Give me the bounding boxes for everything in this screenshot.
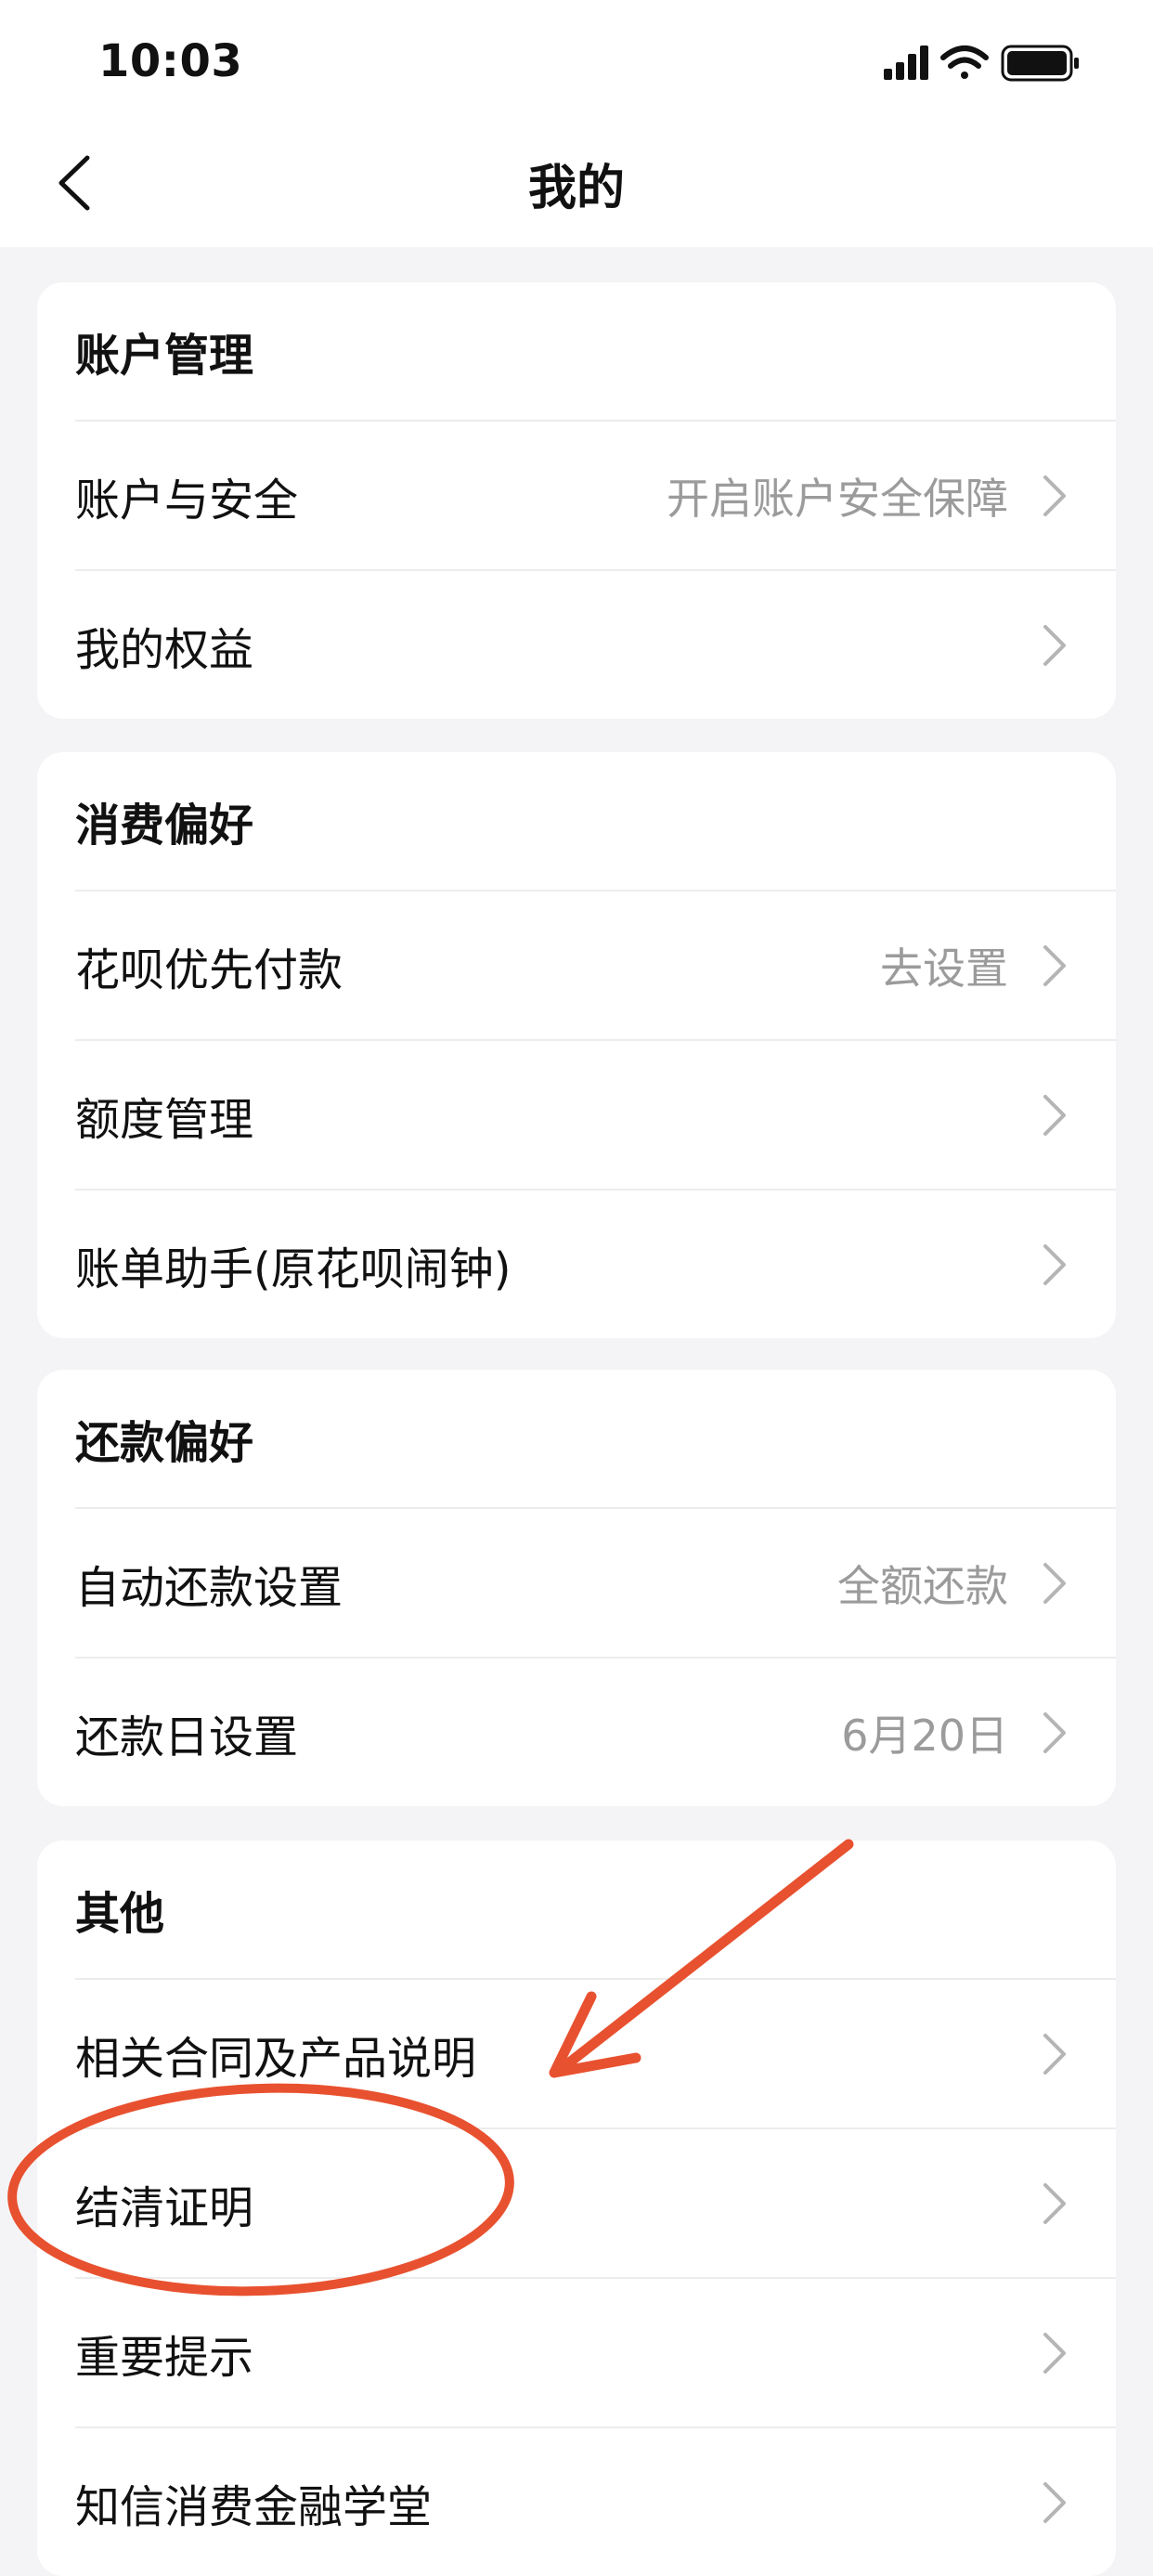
chevron-right-icon bbox=[1043, 1712, 1066, 1753]
chevron-right-icon bbox=[1043, 1095, 1066, 1136]
section-account-management: 账户管理 账户与安全 开启账户安全保障 我的权益 bbox=[37, 282, 1116, 719]
battery-icon bbox=[1001, 45, 1079, 82]
row-account-security[interactable]: 账户与安全 开启账户安全保障 bbox=[75, 420, 1116, 569]
row-credit-limit-management[interactable]: 额度管理 bbox=[75, 1039, 1116, 1189]
row-label: 相关合同及产品说明 bbox=[75, 2032, 477, 2085]
row-label: 重要提示 bbox=[75, 2331, 254, 2384]
chevron-right-icon bbox=[1043, 2333, 1066, 2374]
row-label: 花呗优先付款 bbox=[75, 943, 343, 996]
row-label: 还款日设置 bbox=[75, 1711, 299, 1763]
row-label: 结清证明 bbox=[75, 2181, 254, 2234]
status-time: 10:03 bbox=[98, 35, 243, 87]
chevron-right-icon bbox=[1043, 475, 1066, 516]
row-important-notice[interactable]: 重要提示 bbox=[75, 2277, 1116, 2426]
chevron-right-icon bbox=[1043, 2183, 1066, 2224]
section-other: 其他 相关合同及产品说明 结清证明 重要提示 知信消费金融学堂 bbox=[37, 1841, 1116, 2576]
row-value: 全额还款 bbox=[837, 1560, 1008, 1611]
row-repayment-date-settings[interactable]: 还款日设置 6月20日 bbox=[75, 1657, 1116, 1806]
row-huabei-priority-payment[interactable]: 花呗优先付款 去设置 bbox=[75, 890, 1116, 1039]
chevron-right-icon bbox=[1043, 2034, 1066, 2075]
row-auto-repayment-settings[interactable]: 自动还款设置 全额还款 bbox=[75, 1507, 1116, 1657]
row-settlement-certificate[interactable]: 结清证明 bbox=[75, 2127, 1116, 2277]
wifi-icon bbox=[940, 46, 989, 79]
row-finance-academy[interactable]: 知信消费金融学堂 bbox=[75, 2426, 1116, 2576]
section-title: 账户管理 bbox=[75, 330, 254, 382]
row-label: 知信消费金融学堂 bbox=[75, 2480, 433, 2533]
row-bill-assistant[interactable]: 账单助手(原花呗闹钟) bbox=[75, 1189, 1116, 1338]
row-contracts-and-product-info[interactable]: 相关合同及产品说明 bbox=[75, 1978, 1116, 2127]
section-consumption-preference: 消费偏好 花呗优先付款 去设置 额度管理 账单助手(原花呗闹钟) bbox=[37, 752, 1116, 1338]
top-bar: 10:03 我的 bbox=[0, 0, 1153, 247]
row-value: 6月20日 bbox=[841, 1710, 1008, 1761]
row-my-benefits[interactable]: 我的权益 bbox=[75, 569, 1116, 719]
page-title: 我的 bbox=[527, 161, 625, 216]
section-title: 其他 bbox=[75, 1888, 165, 1940]
status-icons bbox=[884, 43, 1097, 87]
chevron-right-icon bbox=[1043, 1244, 1066, 1285]
row-value: 去设置 bbox=[880, 943, 1008, 994]
chevron-right-icon bbox=[1043, 2482, 1066, 2523]
row-label: 额度管理 bbox=[75, 1093, 254, 1146]
chevron-right-icon bbox=[1043, 1563, 1066, 1604]
section-title: 消费偏好 bbox=[75, 800, 254, 852]
chevron-right-icon bbox=[1043, 945, 1066, 986]
row-label: 自动还款设置 bbox=[75, 1561, 343, 1614]
signal-icon bbox=[884, 46, 928, 80]
row-label: 账户与安全 bbox=[75, 474, 299, 527]
section-title: 还款偏好 bbox=[75, 1417, 254, 1469]
chevron-right-icon bbox=[1043, 625, 1066, 666]
section-repayment-preference: 还款偏好 自动还款设置 全额还款 还款日设置 6月20日 bbox=[37, 1370, 1116, 1806]
row-label: 账单助手(原花呗闹钟) bbox=[75, 1242, 512, 1295]
row-label: 我的权益 bbox=[75, 623, 254, 676]
row-value: 开启账户安全保障 bbox=[667, 473, 1008, 524]
